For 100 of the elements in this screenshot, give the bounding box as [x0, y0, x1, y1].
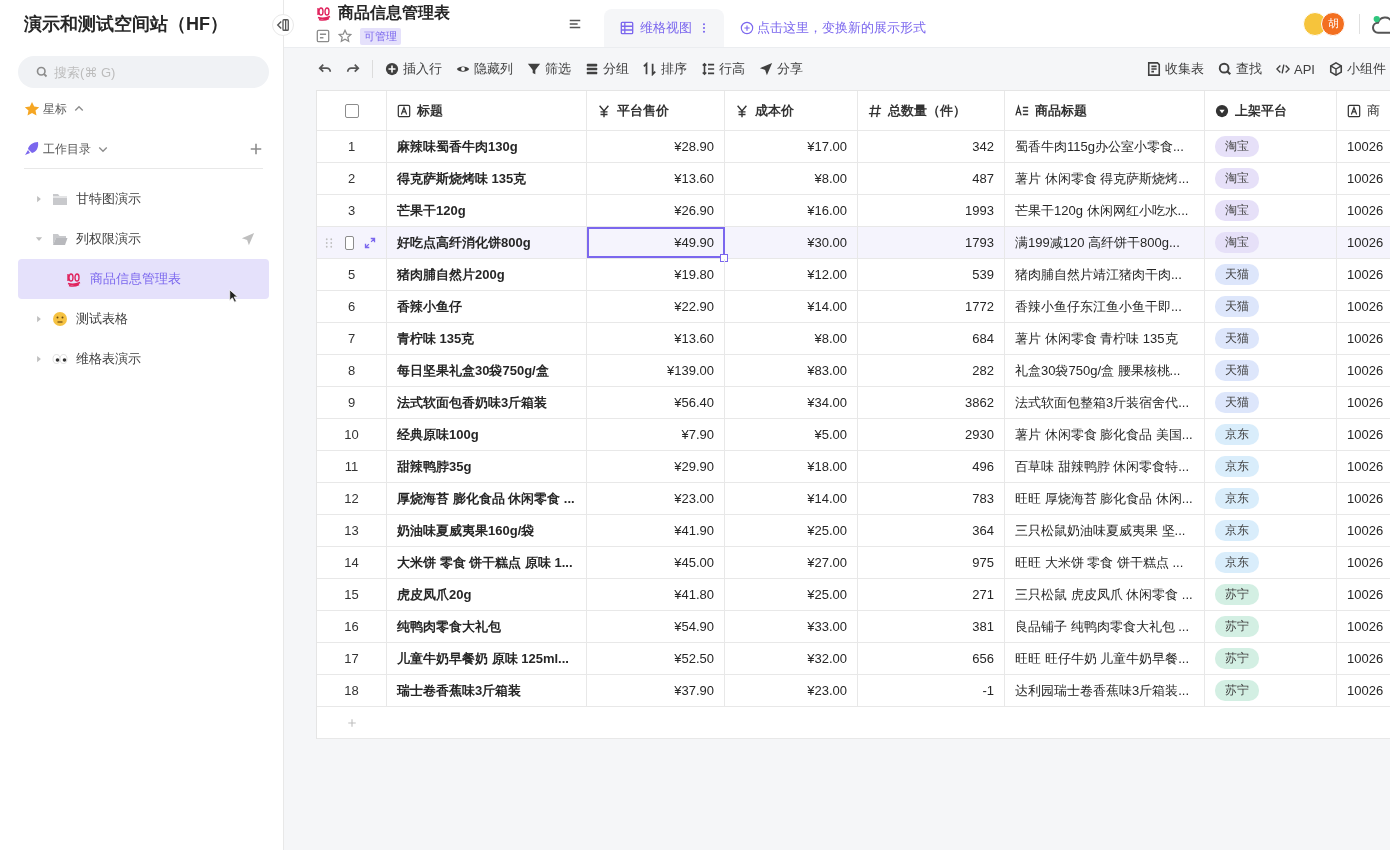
drag-handle-icon[interactable]	[323, 236, 335, 249]
table-cell: ¥26.90	[587, 195, 725, 226]
table-cell: 芒果干120g	[387, 195, 587, 226]
table-cell: ¥17.00	[725, 131, 858, 162]
table-cell: ¥37.90	[587, 675, 725, 706]
hundred-points-icon	[316, 5, 332, 21]
table-row[interactable]: 5 猪肉脯自然片200g ¥19.80 ¥12.00 539 猪肉脯自然片靖江猪肉干肉... 天猫 10026	[317, 259, 1390, 291]
collapse-icon	[276, 18, 290, 32]
table-cell: 10026	[1337, 515, 1390, 546]
cloud-icon[interactable]	[1370, 13, 1390, 34]
tree-item[interactable]: 列权限演示	[18, 219, 269, 259]
table-row[interactable]: 好吃点高纤消化饼800g ¥49.90 ¥30.00 1793 满199减120 高纤饼干800g... 淘宝 10026	[317, 227, 1390, 259]
table-row[interactable]: 6 香辣小鱼仔 ¥22.90 ¥14.00 1772 香辣小鱼仔东江鱼小鱼干即... 天猫 10026	[317, 291, 1390, 323]
row-number: 13	[344, 523, 359, 538]
table-row[interactable]: 1 麻辣味蜀香牛肉130g ¥28.90 ¥17.00 342 蜀香牛肉115g办公室小零食... 淘宝 10026	[317, 131, 1390, 163]
toolbar-button[interactable]: 隐藏列	[456, 60, 513, 78]
add-view-link[interactable]: 点击这里，变换新的展示形式	[740, 9, 926, 47]
row-checkbox[interactable]	[345, 235, 354, 250]
selected-table-cell[interactable]: ¥49.90	[587, 227, 725, 258]
column-header[interactable]: 上架平台	[1205, 91, 1337, 130]
toolbar-button[interactable]: 小组件	[1329, 60, 1386, 78]
toolbar-button[interactable]: 查找	[1218, 60, 1263, 78]
table-cell: ¥14.00	[725, 483, 858, 514]
filter-icon	[527, 62, 541, 76]
column-header[interactable]: 总数量（件）	[858, 91, 1005, 130]
toolbar-button[interactable]: 分组	[585, 60, 629, 78]
table-row[interactable]: 2 得克萨斯烧烤味 135克 ¥13.60 ¥8.00 487 薯片 休闲零食 得克萨斯烧烤... 淘宝 10026	[317, 163, 1390, 195]
table-cell: 厚烧海苔 膨化食品 休闲零食 ...	[387, 483, 587, 514]
row-number: 16	[344, 619, 359, 634]
table-row[interactable]: 12 厚烧海苔 膨化食品 休闲零食 ... ¥23.00 ¥14.00 783 旺旺 厚烧海苔 膨化食品 休闲... 京东 10026	[317, 483, 1390, 515]
table-cell: 342	[858, 131, 1005, 162]
table-cell: ¥45.00	[587, 547, 725, 578]
column-header[interactable]: 平台售价	[587, 91, 725, 130]
table-row[interactable]: 8 每日坚果礼盒30袋750g/盒 ¥139.00 ¥83.00 282 礼盒30袋750g/盒 腰果核桃... 天猫 10026	[317, 355, 1390, 387]
toolbar-button[interactable]: API	[1276, 61, 1315, 77]
add-icon[interactable]	[249, 142, 263, 156]
table-cell: 三只松鼠 虎皮凤爪 休闲零食 ...	[1005, 579, 1205, 610]
table-row[interactable]: 11 甜辣鸭脖35g ¥29.90 ¥18.00 496 百草味 甜辣鸭脖 休闲零食特... 京东 10026	[317, 451, 1390, 483]
folder-icon	[52, 231, 68, 247]
toolbar-button[interactable]: 排序	[643, 60, 687, 78]
table-row[interactable]: 13 奶油味夏威夷果160g/袋 ¥41.90 ¥25.00 364 三只松鼠奶油味夏威夷果 坚... 京东 10026	[317, 515, 1390, 547]
table-cell: ¥52.50	[587, 643, 725, 674]
yen-icon	[597, 103, 611, 118]
eyes-icon	[52, 351, 68, 367]
table-cell: 381	[858, 611, 1005, 642]
table-cell: 麻辣味蜀香牛肉130g	[387, 131, 587, 162]
catalog-label[interactable]: 工作目录	[43, 140, 91, 158]
row-height-icon	[701, 62, 715, 76]
cube-icon	[1329, 62, 1343, 76]
toolbar-button[interactable]: 行高	[701, 60, 745, 78]
select-all-checkbox[interactable]	[344, 103, 359, 118]
expand-icon[interactable]	[364, 236, 376, 249]
code-icon	[1276, 62, 1291, 76]
toolbar-button[interactable]: 分享	[759, 60, 803, 78]
column-header[interactable]: 成本价	[725, 91, 858, 130]
view-tab[interactable]: 维格视图	[604, 9, 724, 47]
platform-tag: 淘宝	[1215, 232, 1259, 253]
table-row[interactable]: 16 纯鸭肉零食大礼包 ¥54.90 ¥33.00 381 良品铺子 纯鸭肉零食大礼包 ... 苏宁 10026	[317, 611, 1390, 643]
table-cell: 10026	[1337, 163, 1390, 194]
table-row[interactable]: 18 瑞士卷香蕉味3斤箱装 ¥37.90 ¥23.00 -1 达利园瑞士卷香蕉味3斤箱装... 苏宁 10026	[317, 675, 1390, 707]
table-cell: 芒果干120g 休闲网红小吃水...	[1005, 195, 1205, 226]
tree-item[interactable]: 测试表格	[18, 299, 269, 339]
table-cell: 良品铺子 纯鸭肉零食大礼包 ...	[1005, 611, 1205, 642]
table-cell: 甜辣鸭脖35g	[387, 451, 587, 482]
table-row[interactable]: 7 青柠味 135克 ¥13.60 ¥8.00 684 薯片 休闲零食 青柠味 135克 天猫 10026	[317, 323, 1390, 355]
table-row[interactable]: 9 法式软面包香奶味3斤箱装 ¥56.40 ¥34.00 3862 法式软面包整箱3斤装宿舍代... 天猫 10026	[317, 387, 1390, 419]
toolbar-button[interactable]: 筛选	[527, 60, 571, 78]
description-icon[interactable]	[316, 29, 330, 43]
table-cell: ¥23.00	[587, 483, 725, 514]
toolbar-button[interactable]: 插入行	[385, 60, 442, 78]
column-header[interactable]: 商	[1337, 91, 1390, 130]
table-row[interactable]: 17 儿童牛奶早餐奶 原味 125ml... ¥52.50 ¥32.00 656 旺旺 旺仔牛奶 儿童牛奶早餐... 苏宁 10026	[317, 643, 1390, 675]
table-row[interactable]: 14 大米饼 零食 饼干糕点 原味 1... ¥45.00 ¥27.00 975 旺旺 大米饼 零食 饼干糕点 ... 京东 10026	[317, 547, 1390, 579]
table-cell: 1772	[858, 291, 1005, 322]
table-cell: 每日坚果礼盒30袋750g/盒	[387, 355, 587, 386]
table-row[interactable]: 15 虎皮凤爪20g ¥41.80 ¥25.00 271 三只松鼠 虎皮凤爪 休闲零食 ... 苏宁 10026	[317, 579, 1390, 611]
platform-tag: 天猫	[1215, 296, 1259, 317]
starred-label[interactable]: 星标	[43, 100, 67, 118]
table-cell: 香辣小鱼仔东江鱼小鱼干即...	[1005, 291, 1205, 322]
table-cell: 496	[858, 451, 1005, 482]
single-select-icon	[1215, 103, 1229, 118]
fill-handle[interactable]	[720, 254, 728, 262]
table-cell: 纯鸭肉零食大礼包	[387, 611, 587, 642]
table-cell: 青柠味 135克	[387, 323, 587, 354]
tree-item[interactable]: 维格表演示	[18, 339, 269, 379]
column-header[interactable]: 商品标题	[1005, 91, 1205, 130]
space-title: 演示和测试空间站（HF）	[24, 13, 228, 36]
column-header[interactable]: 标题	[387, 91, 587, 130]
table-cell: 好吃点高纤消化饼800g	[387, 227, 587, 258]
table-cell: ¥5.00	[725, 419, 858, 450]
search-field[interactable]: 搜索(⌘ G)	[18, 56, 269, 88]
toolbar-button[interactable]: 收集表	[1147, 60, 1205, 78]
tree-item[interactable]: 甘特图演示	[18, 179, 269, 219]
table-row[interactable]: 10 经典原味100g ¥7.90 ¥5.00 2930 薯片 休闲零食 膨化食品 美国... 京东 10026	[317, 419, 1390, 451]
collapse-sidebar-button[interactable]	[272, 14, 294, 36]
table-cell: 经典原味100g	[387, 419, 587, 450]
platform-tag: 天猫	[1215, 264, 1259, 285]
star-icon[interactable]	[338, 29, 352, 43]
send-icon[interactable]	[241, 232, 255, 246]
table-cell: ¥83.00	[725, 355, 858, 386]
